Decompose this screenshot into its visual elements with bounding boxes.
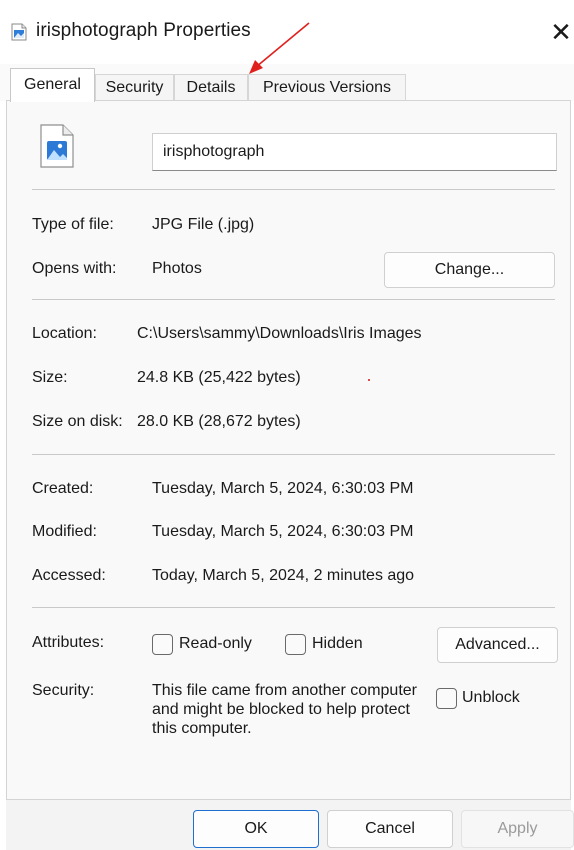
created-label: Created: [32,480,94,497]
apply-button[interactable]: Apply [461,810,574,848]
window-title: irisphotograph Properties [36,20,251,41]
read-only-checkbox[interactable] [152,634,173,655]
modified-value: Tuesday, March 5, 2024, 6:30:03 PM [152,523,414,540]
image-file-icon [11,23,27,41]
separator [32,454,555,455]
image-file-icon [40,124,74,168]
size-on-disk-label: Size on disk: [32,413,123,430]
tab-security[interactable]: Security [95,74,174,100]
opens-with-label: Opens with: [32,260,117,277]
hidden-label[interactable]: Hidden [312,635,363,653]
separator [32,189,555,190]
security-label: Security: [32,682,95,699]
tab-previous-versions[interactable]: Previous Versions [248,74,406,100]
location-value: C:\Users\sammy\Downloads\Iris Images [137,325,422,342]
separator [32,299,555,300]
separator [32,607,555,608]
accessed-label: Accessed: [32,567,106,584]
accessed-value: Today, March 5, 2024, 2 minutes ago [152,567,415,584]
hidden-checkbox[interactable] [285,634,306,655]
close-button[interactable]: ✕ [548,14,574,50]
type-of-file-label: Type of file: [32,216,114,233]
annotation-dot [368,379,370,381]
size-on-disk-value: 28.0 KB (28,672 bytes) [137,413,301,430]
ok-button[interactable]: OK [193,810,319,848]
title-bar: irisphotograph Properties ✕ [0,0,574,64]
tab-general[interactable]: General [10,68,95,102]
tab-strip: General Security Details Previous Versio… [0,64,574,102]
opens-with-value: Photos [152,260,202,277]
change-button[interactable]: Change... [384,252,555,288]
type-of-file-value: JPG File (.jpg) [152,216,255,233]
unblock-label[interactable]: Unblock [462,689,520,707]
tab-details[interactable]: Details [174,74,248,100]
read-only-label[interactable]: Read-only [179,635,252,653]
size-value: 24.8 KB (25,422 bytes) [137,369,301,386]
cancel-button[interactable]: Cancel [327,810,453,848]
created-value: Tuesday, March 5, 2024, 6:30:03 PM [152,480,414,497]
modified-label: Modified: [32,523,97,540]
security-warning-text: This file came from another computer and… [152,682,417,737]
file-name-field[interactable] [152,133,557,171]
attributes-label: Attributes: [32,634,105,651]
unblock-checkbox[interactable] [436,688,457,709]
size-label: Size: [32,369,68,386]
location-label: Location: [32,325,97,342]
advanced-button[interactable]: Advanced... [437,627,558,663]
